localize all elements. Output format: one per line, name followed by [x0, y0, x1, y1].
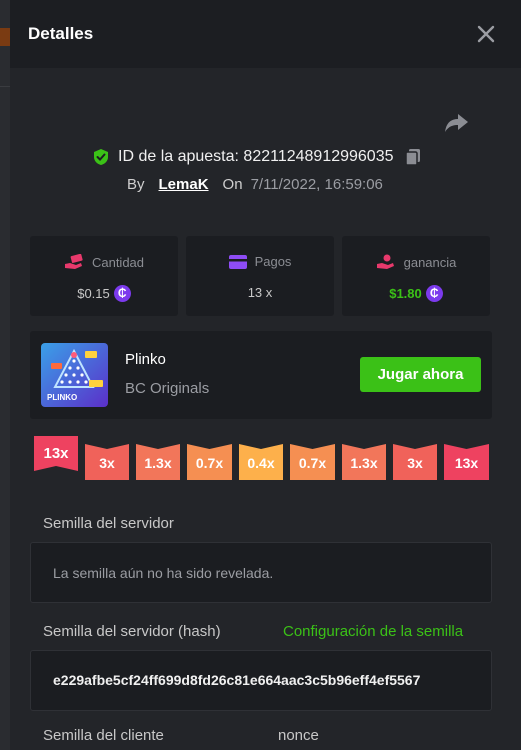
game-name: Plinko — [125, 351, 166, 368]
stat-amount-label: Cantidad — [91, 254, 145, 270]
multiplier-slot-2: 3x — [85, 444, 129, 480]
multiplier-slot-5: 0.4x — [239, 444, 283, 480]
stat-payout-value: 13 x — [247, 285, 273, 300]
stat-profit: ganancia $1.80 ₵ — [342, 236, 490, 316]
thumb-label: PLINKO — [47, 393, 77, 402]
modal-header: Detalles — [10, 0, 521, 68]
server-seed-hash-label: Semilla del servidor (hash) — [43, 623, 221, 640]
bet-byline: By LemaK On 7/11/2022, 16:59:06 — [127, 176, 383, 193]
game-provider: BC Originals — [125, 380, 210, 397]
stat-profit-value: $1.80 — [389, 286, 422, 301]
game-thumbnail[interactable]: PLINKO — [41, 343, 108, 407]
multiplier-slot-9: 13x — [444, 444, 489, 480]
close-icon — [477, 25, 495, 43]
stat-payout-label: Pagos — [254, 254, 292, 269]
bet-id-text: ID de la apuesta: 82211248912996035 — [118, 148, 394, 165]
username-link[interactable]: LemaK — [159, 176, 209, 193]
multiplier-slot-3: 1.3x — [136, 444, 180, 480]
profit-hand-icon — [376, 254, 394, 269]
stat-payout: Pagos 13 x — [186, 236, 334, 316]
card-icon — [228, 254, 247, 269]
nonce-label: nonce — [278, 727, 319, 744]
server-seed-hash-value: e229afbe5cf24ff699d8fd26c81e664aac3c5b96… — [53, 672, 421, 688]
game-card: PLINKO Plinko BC Originals Jugar ahora — [30, 331, 492, 419]
stat-amount-value: $0.15 — [77, 286, 110, 301]
server-seed-field[interactable]: La semilla aún no ha sido revelada. — [30, 542, 492, 603]
server-seed-label: Semilla del servidor — [43, 515, 174, 532]
multiplier-slot-8: 3x — [393, 444, 437, 480]
shield-check-icon — [94, 149, 108, 165]
stat-amount: Cantidad $0.15 ₵ — [30, 236, 178, 316]
bet-id-row: ID de la apuesta: 82211248912996035 — [92, 147, 421, 167]
modal-title: Detalles — [28, 24, 94, 43]
play-now-button[interactable]: Jugar ahora — [360, 357, 481, 392]
multiplier-slot-1: 13x — [34, 436, 78, 471]
coin-icon: ₵ — [113, 285, 131, 302]
by-label: By — [127, 176, 145, 193]
close-button[interactable] — [474, 22, 498, 46]
background-accent — [0, 28, 10, 46]
server-seed-hash-field[interactable]: e229afbe5cf24ff699d8fd26c81e664aac3c5b96… — [30, 650, 492, 711]
share-button[interactable] — [444, 112, 470, 134]
on-label: On — [222, 176, 243, 193]
plinko-thumbnail-image: PLINKO — [41, 343, 108, 407]
multiplier-slot-7: 1.3x — [342, 444, 386, 480]
copy-icon[interactable] — [404, 148, 421, 166]
seed-settings-link[interactable]: Configuración de la semilla — [283, 623, 463, 640]
background-divider — [0, 86, 10, 87]
multiplier-slot-4: 0.7x — [187, 444, 232, 480]
server-seed-value: La semilla aún no ha sido revelada. — [53, 565, 274, 581]
bet-details-modal: Detalles ID de la apuesta: 8221124891299… — [10, 0, 521, 750]
money-hand-icon — [64, 254, 83, 269]
bet-date: 7/11/2022, 16:59:06 — [250, 176, 383, 193]
coin-icon: ₵ — [425, 285, 443, 302]
background-page — [0, 0, 10, 750]
client-seed-label: Semilla del cliente — [43, 727, 164, 744]
multiplier-slot-6: 0.7x — [290, 444, 335, 480]
share-icon — [445, 114, 468, 132]
stat-profit-label: ganancia — [403, 254, 457, 270]
